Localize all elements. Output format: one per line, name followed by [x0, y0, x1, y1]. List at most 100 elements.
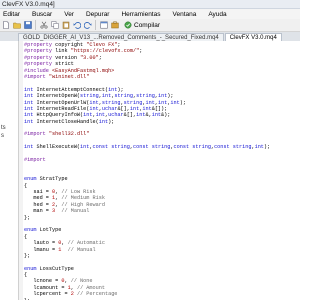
code-token: int	[142, 105, 152, 112]
code-token: const	[214, 144, 230, 151]
code-token: int	[83, 112, 93, 119]
code-token: "Clevo FX"	[86, 42, 118, 48]
compile-button[interactable]: Compilar	[122, 20, 162, 30]
code-token: int	[101, 93, 112, 100]
tab-clevfx[interactable]: ClevFX V3.0.mq4	[224, 33, 282, 41]
code-token: const	[133, 144, 149, 151]
code-token: int	[24, 112, 34, 119]
code-token: // Automatic	[67, 240, 105, 247]
code-token: man =	[24, 208, 53, 215]
code-token: InternetReadFile(	[33, 105, 90, 112]
code-token: string	[114, 93, 134, 100]
cut-icon[interactable]	[39, 21, 48, 30]
code-token: strict	[52, 61, 74, 68]
navigator-panel: ts s	[0, 41, 19, 300]
code-token: "shell32.dll"	[48, 131, 90, 138]
code-token: LossCutType	[36, 265, 74, 272]
code-token: string	[136, 93, 155, 100]
code-editor[interactable]: #property copyright "Clevo FX"; #property…	[19, 41, 300, 300]
code-token: #import	[24, 73, 46, 80]
menu-ayuda[interactable]: Ayuda	[202, 11, 232, 18]
code-token: sai =	[24, 188, 53, 195]
code-token: string	[151, 144, 171, 151]
code-token: #include	[24, 67, 49, 74]
code-token: InternetOpenW(	[33, 93, 81, 100]
code-token: StratType	[36, 176, 68, 183]
code-token: enum	[24, 227, 37, 234]
code-token: // Low Risk	[61, 188, 96, 195]
toolbar: Compilar	[0, 19, 300, 32]
code-token: #import	[24, 157, 46, 164]
code-token: int	[108, 86, 118, 93]
tab-gold-digger[interactable]: GOLD_DIGGER_AI_V13_...Removed_Comments_-…	[18, 33, 224, 41]
code-token: );	[167, 93, 174, 100]
toolbox-icon[interactable]	[110, 21, 119, 30]
navigator-item[interactable]: s	[1, 133, 4, 139]
code-token: int	[170, 99, 180, 106]
code-token: "wininet.dll"	[48, 73, 90, 80]
menu-buscar[interactable]: Buscar	[26, 11, 58, 18]
paste-icon[interactable]	[61, 21, 70, 30]
open-folder-icon[interactable]	[12, 21, 21, 30]
code-token: ;	[98, 54, 102, 61]
code-token: ;	[117, 42, 121, 48]
code-token: string	[111, 144, 130, 151]
code-token: uchar	[108, 112, 124, 119]
code-token: );	[108, 118, 115, 125]
code-token: );	[117, 86, 124, 93]
code-token: int	[129, 105, 140, 112]
code-token: // Medium Risk	[61, 195, 105, 202]
code-token: int	[151, 112, 162, 119]
menu-bar: Editar Buscar Ver Depurar Herramientas V…	[0, 9, 300, 19]
code-token: int	[89, 99, 99, 106]
menu-ver[interactable]: Ver	[58, 11, 80, 18]
code-token: int	[95, 112, 105, 119]
code-token: // High Reward	[61, 201, 105, 208]
menu-editar[interactable]: Editar	[0, 11, 26, 18]
code-token: #property	[24, 61, 53, 68]
save-icon[interactable]	[23, 21, 32, 30]
code-token: "https://clevofx.com/"	[70, 48, 140, 55]
code-token: };	[24, 214, 31, 221]
code-token: copyright	[52, 42, 87, 48]
code-token: // Manual	[67, 246, 96, 253]
undo-icon[interactable]	[72, 21, 81, 30]
code-token: int	[98, 118, 109, 125]
code-token: "3.00"	[80, 54, 99, 61]
code-token: string	[80, 93, 99, 100]
code-token: int	[24, 86, 34, 93]
editor-tab-bar: GOLD_DIGGER_AI_V13_...Removed_Comments_-…	[0, 32, 300, 41]
menu-herramientas[interactable]: Herramientas	[115, 11, 166, 18]
code-token: version	[52, 54, 81, 61]
copy-icon[interactable]	[50, 21, 59, 30]
title-bar: ClevFX V3.0.mq4]	[0, 0, 300, 9]
code-token: InternetOpenUrlW(	[33, 99, 90, 106]
redo-icon[interactable]	[83, 21, 92, 30]
code-token: // Percentage	[76, 291, 118, 298]
code-token: &);	[161, 112, 171, 119]
code-token: lcamount =	[24, 284, 68, 291]
toolbar-divider	[95, 20, 96, 30]
code-token: int	[24, 118, 34, 125]
code-token: int	[80, 144, 90, 151]
code-token: link	[52, 48, 71, 55]
code-token: enum	[24, 176, 37, 183]
code-token: enum	[24, 265, 37, 272]
menu-ventana[interactable]: Ventana	[166, 11, 202, 18]
code-token: <EasyAndFastmql.mqh>	[52, 67, 115, 74]
code-token: int	[157, 99, 168, 106]
new-file-icon[interactable]	[1, 21, 10, 30]
code-token: );	[263, 144, 271, 151]
navigator-item[interactable]: ts	[1, 125, 6, 131]
code-token: HttpQueryInfoW(	[33, 112, 84, 119]
code-token: string	[123, 99, 143, 106]
code-token: int	[145, 99, 155, 106]
menu-depurar[interactable]: Depurar	[80, 11, 115, 18]
code-token: lcnone =	[24, 278, 62, 285]
code-token: InternetAttemptConnect(	[33, 86, 109, 93]
navigator-icon[interactable]	[99, 21, 108, 30]
code-token: };	[24, 252, 31, 259]
code-token: int	[24, 93, 34, 100]
code-token: InternetCloseHandle(	[33, 118, 99, 125]
code-token: const	[92, 144, 109, 151]
